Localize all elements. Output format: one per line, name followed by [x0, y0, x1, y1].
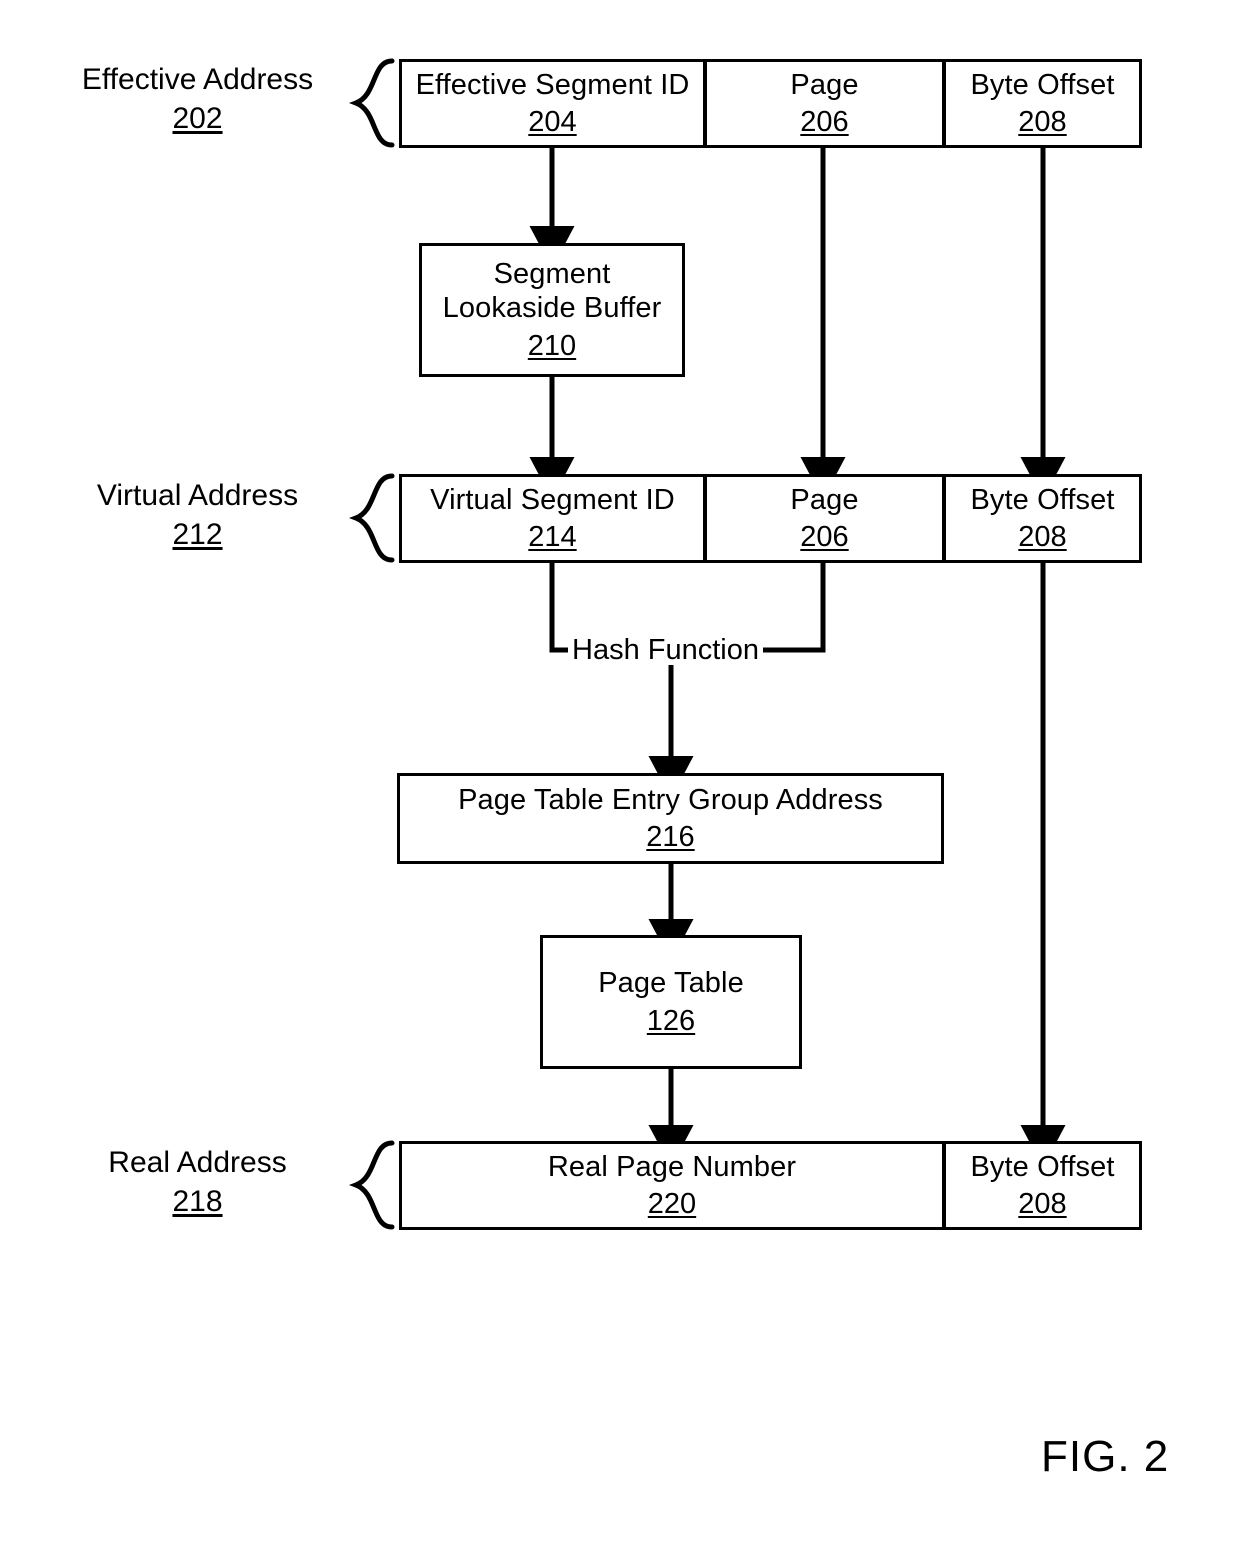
cell-effective-byte-offset[interactable]: Byte Offset 208	[943, 59, 1142, 148]
label-real-address: Real Address 218	[60, 1145, 335, 1220]
node-slb-line2: Lookaside Buffer	[442, 292, 662, 325]
brace-effective-address	[349, 58, 395, 148]
node-segment-lookaside-buffer[interactable]: Segment Lookaside Buffer 210	[419, 243, 685, 377]
node-pteg-ref: 216	[646, 821, 695, 853]
cell-effective-segment-id[interactable]: Effective Segment ID 204	[399, 59, 706, 148]
cell-effective-byte-offset-title: Byte Offset	[970, 68, 1115, 101]
cell-virtual-byte-offset[interactable]: Byte Offset 208	[943, 474, 1142, 563]
cell-real-byte-offset-title: Byte Offset	[970, 1150, 1115, 1183]
cell-virtual-byte-offset-ref: 208	[1018, 521, 1067, 553]
label-effective-address-text: Effective Address	[81, 63, 314, 96]
node-slb-line1: Segment	[493, 258, 611, 291]
cell-real-page-number-ref: 220	[647, 1188, 697, 1220]
label-effective-address-ref: 202	[172, 102, 223, 135]
node-pteg-title: Page Table Entry Group Address	[458, 783, 883, 816]
cell-effective-byte-offset-ref: 208	[1018, 106, 1067, 138]
cell-effective-segment-id-title: Effective Segment ID	[415, 68, 690, 101]
label-virtual-address-text: Virtual Address	[96, 479, 299, 512]
cell-virtual-byte-offset-title: Byte Offset	[970, 483, 1115, 516]
node-page-table-title: Page Table	[598, 967, 744, 1000]
cell-virtual-segment-id[interactable]: Virtual Segment ID 214	[399, 474, 706, 563]
cell-real-page-number[interactable]: Real Page Number 220	[399, 1141, 945, 1230]
edge-label-hash-function: Hash Function	[568, 636, 763, 665]
node-page-table[interactable]: Page Table 126	[540, 935, 802, 1069]
cell-virtual-segment-id-ref: 214	[528, 521, 577, 553]
label-virtual-address: Virtual Address 212	[60, 478, 335, 553]
cell-virtual-page-title: Page	[790, 483, 859, 516]
cell-effective-page-title: Page	[790, 68, 859, 101]
brace-real-address	[349, 1140, 395, 1230]
label-real-address-ref: 218	[172, 1185, 223, 1218]
cell-real-byte-offset[interactable]: Byte Offset 208	[943, 1141, 1142, 1230]
label-real-address-text: Real Address	[108, 1146, 287, 1179]
cell-effective-segment-id-ref: 204	[528, 106, 577, 138]
figure-caption: FIG. 2	[1041, 1432, 1170, 1481]
cell-real-byte-offset-ref: 208	[1018, 1188, 1067, 1220]
cell-virtual-page[interactable]: Page 206	[704, 474, 945, 563]
cell-virtual-segment-id-title: Virtual Segment ID	[430, 483, 675, 516]
cell-real-page-number-title: Real Page Number	[547, 1150, 797, 1183]
figure-2-diagram: Effective Address 202 Virtual Address 21…	[0, 0, 1240, 1557]
node-slb-ref: 210	[527, 329, 577, 362]
brace-virtual-address	[349, 473, 395, 563]
cell-virtual-page-ref: 206	[800, 521, 849, 553]
cell-effective-page[interactable]: Page 206	[704, 59, 945, 148]
cell-effective-page-ref: 206	[800, 106, 849, 138]
label-effective-address: Effective Address 202	[60, 62, 335, 137]
label-virtual-address-ref: 212	[172, 518, 223, 551]
node-page-table-ref: 126	[646, 1004, 696, 1037]
node-page-table-entry-group-address[interactable]: Page Table Entry Group Address 216	[397, 773, 944, 864]
